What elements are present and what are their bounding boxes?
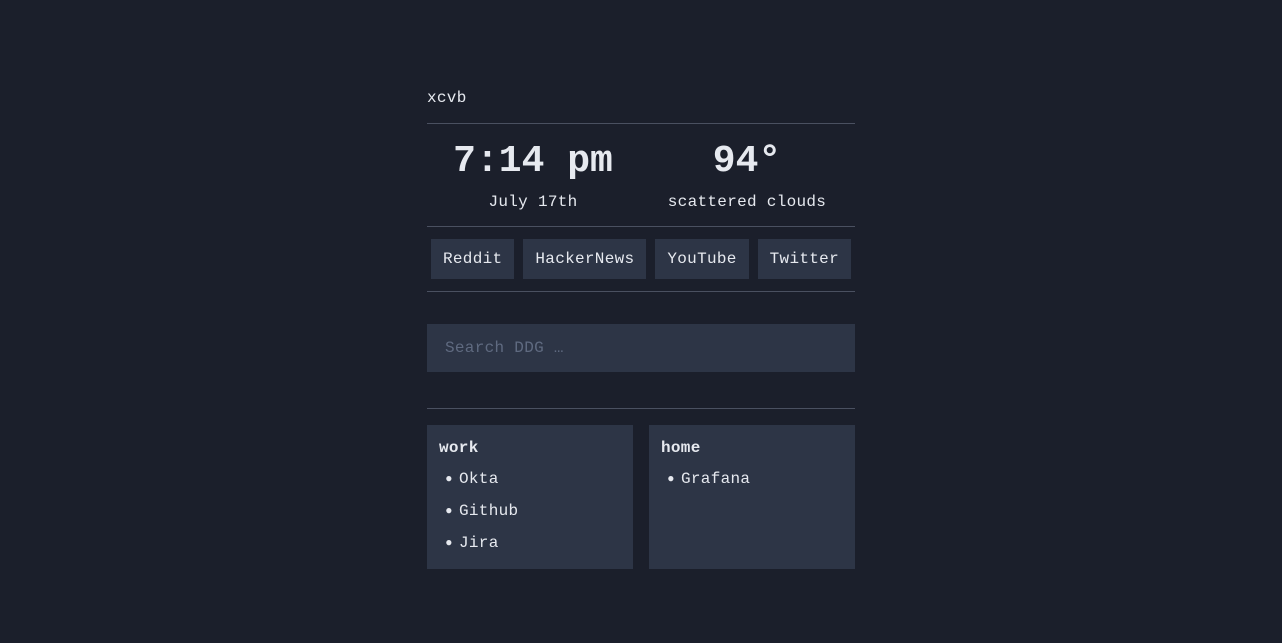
grafana-link[interactable]: Grafana (681, 469, 750, 489)
weather-widget: 94° scattered clouds (639, 124, 855, 226)
bookmark-list: ● Grafana (661, 469, 843, 501)
info-row: 7:14 pm July 17th 94° scattered clouds (427, 124, 855, 226)
greeting-text: xcvb (427, 89, 467, 107)
bookmark-group-title: home (661, 439, 701, 457)
quick-links: Reddit HackerNews YouTube Twitter (427, 227, 855, 279)
list-item: ● Github (439, 501, 621, 533)
clock-time: 7:14 pm (453, 140, 613, 183)
youtube-link[interactable]: YouTube (655, 239, 749, 279)
clock-widget: 7:14 pm July 17th (427, 124, 639, 226)
bookmark-group-home: home ● Grafana (649, 425, 855, 569)
weather-temperature: 94° (712, 140, 782, 183)
reddit-link[interactable]: Reddit (431, 239, 515, 279)
clock-date: July 17th (488, 193, 578, 211)
startpage: xcvb 7:14 pm July 17th 94° scattered clo… (427, 88, 855, 569)
twitter-link[interactable]: Twitter (757, 239, 851, 279)
jira-link[interactable]: Jira (459, 533, 499, 553)
bookmark-group-title: work (439, 439, 479, 457)
bookmark-groups: work ● Okta ● Github ● Jira home ● Grafa… (427, 425, 855, 569)
weather-condition: scattered clouds (667, 193, 827, 211)
search-box (427, 324, 855, 372)
github-link[interactable]: Github (459, 501, 518, 521)
bookmark-list: ● Okta ● Github ● Jira (439, 469, 621, 565)
bullet-icon: ● (667, 472, 675, 486)
okta-link[interactable]: Okta (459, 469, 499, 489)
bullet-icon: ● (445, 504, 453, 518)
divider (427, 408, 855, 409)
hackernews-link[interactable]: HackerNews (523, 239, 647, 279)
divider (427, 291, 855, 292)
bullet-icon: ● (445, 472, 453, 486)
bullet-icon: ● (445, 536, 453, 550)
search-input[interactable] (443, 338, 855, 358)
bookmark-group-work: work ● Okta ● Github ● Jira (427, 425, 633, 569)
list-item: ● Jira (439, 533, 621, 565)
list-item: ● Okta (439, 469, 621, 501)
list-item: ● Grafana (661, 469, 843, 501)
